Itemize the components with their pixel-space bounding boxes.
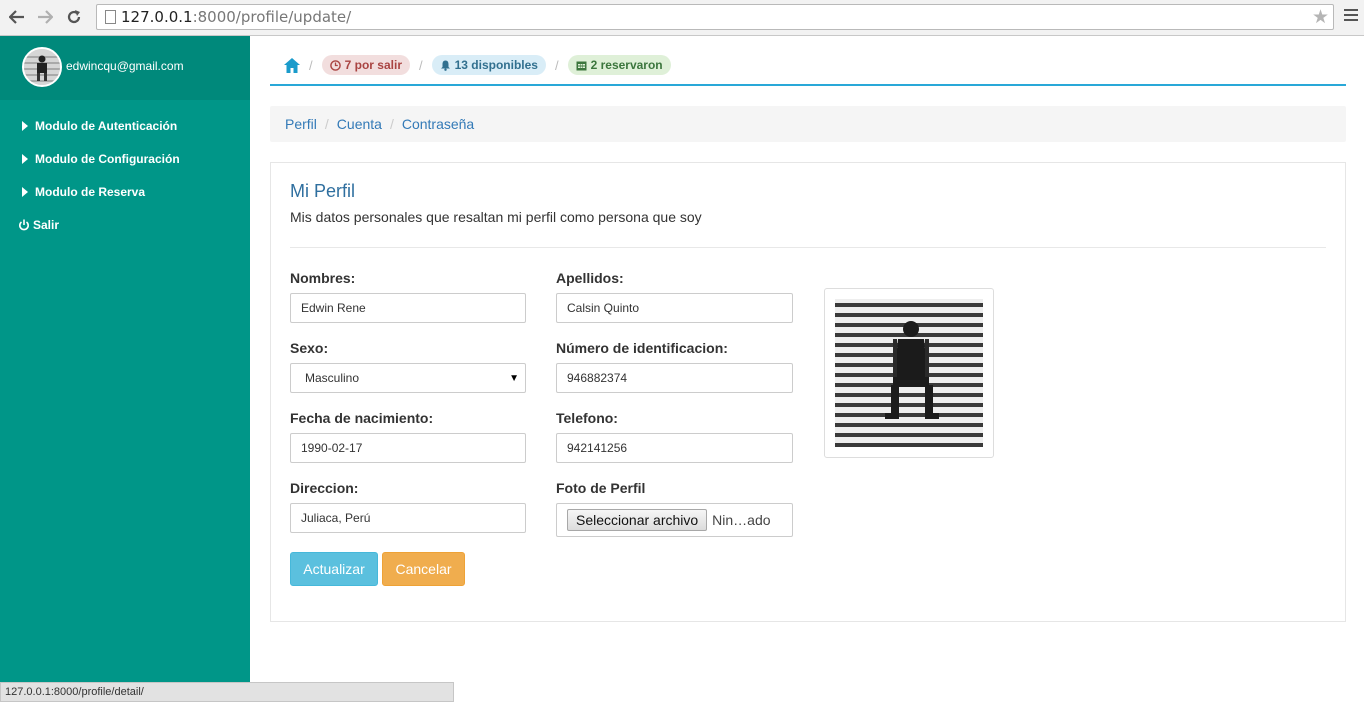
browser-chrome: 127.0.0.1:8000/profile/update/ ★ [0,0,1364,36]
breadcrumb-contrasena[interactable]: Contraseña [402,116,474,132]
badge-label: 13 disponibles [454,58,538,72]
breadcrumb-perfil[interactable]: Perfil [285,116,317,132]
separator: / [418,57,423,73]
choose-file-button[interactable]: Seleccionar archivo [567,509,708,531]
profile-photo-frame [824,288,994,458]
sidebar-menu: Modulo de Autenticación Modulo de Config… [0,100,250,241]
telefono-field[interactable]: 942141256 [556,433,793,463]
file-name: Nin…ado [712,512,771,528]
calendar-icon [576,61,587,70]
breadcrumb-separator: / [324,116,329,132]
sidebar-item-autenticacion[interactable]: Modulo de Autenticación [0,109,250,142]
profile-panel: Mi Perfil Mis datos personales que resal… [270,162,1346,622]
power-icon [18,219,30,231]
user-box: edwincqu@gmail.com [0,36,250,100]
caret-right-icon [22,186,28,197]
clock-icon [329,59,341,71]
reservaron-badge[interactable]: 2 reservaron [567,55,671,75]
caret-right-icon [22,153,28,164]
reload-icon[interactable] [63,6,85,28]
badge-label: 2 reservaron [590,58,663,72]
sidebar-item-label: Salir [33,217,60,232]
sexo-group: Sexo: Masculino ▼ [290,340,526,393]
sexo-select[interactable]: Masculino ▼ [290,363,526,393]
nombres-group: Nombres: Edwin Rene [290,270,526,323]
browser-status-bar: 127.0.0.1:8000/profile/detail/ [0,682,454,702]
bookmark-star-icon[interactable]: ★ [1312,6,1329,29]
home-icon[interactable] [284,57,300,73]
page-title: Mi Perfil [290,181,356,201]
avatar[interactable] [22,47,62,87]
sidebar-item-label: Modulo de Autenticación [35,118,178,133]
nombres-label: Nombres: [290,270,356,286]
numero-label: Número de identificacion: [556,340,728,356]
breadcrumb: Perfil / Cuenta / Contraseña [270,106,1346,142]
apellidos-label: Apellidos: [556,270,624,286]
direccion-label: Direccion: [290,480,359,496]
sexo-selected-value: Masculino [305,371,360,385]
profile-photo [835,299,983,447]
fecha-field[interactable]: 1990-02-17 [290,433,526,463]
status-bar-top: / 7 por salir / 13 disponibles / 2 reser… [270,36,1346,86]
direccion-group: Direccion: Juliaca, Perú [290,480,526,533]
breadcrumb-separator: / [389,116,394,132]
apellidos-field[interactable]: Calsin Quinto [556,293,793,323]
address-bar[interactable]: 127.0.0.1:8000/profile/update/ ★ [96,4,1334,30]
foto-group: Foto de Perfil Seleccionar archivo Nin…a… [556,480,793,537]
page-icon [105,10,116,24]
numero-group: Número de identificacion: 946882374 [556,340,793,393]
dropdown-arrow-icon: ▼ [509,372,519,384]
sidebar-item-label: Modulo de Reserva [35,184,146,199]
bell-icon [440,60,450,71]
cancel-button[interactable]: Cancelar [382,552,465,586]
url-text: 127.0.0.1:8000/profile/update/ [121,8,352,26]
telefono-group: Telefono: 942141256 [556,410,793,463]
badge-label: 7 por salir [344,58,402,72]
fecha-label: Fecha de nacimiento: [290,410,434,426]
foto-label: Foto de Perfil [556,480,646,496]
fecha-group: Fecha de nacimiento: 1990-02-17 [290,410,526,463]
caret-right-icon [22,120,28,131]
apellidos-group: Apellidos: Calsin Quinto [556,270,793,323]
telefono-label: Telefono: [556,410,618,426]
forward-arrow-icon[interactable] [34,6,56,28]
page-subtitle: Mis datos personales que resaltan mi per… [290,209,702,225]
sidebar-item-salir[interactable]: Salir [0,208,250,241]
separator: / [554,57,559,73]
user-email: edwincqu@gmail.com [66,59,184,73]
separator: / [309,57,313,73]
nombres-field[interactable]: Edwin Rene [290,293,526,323]
direccion-field[interactable]: Juliaca, Perú [290,503,526,533]
sidebar: edwincqu@gmail.com Modulo de Autenticaci… [0,36,250,702]
disponibles-badge[interactable]: 13 disponibles [431,55,546,75]
divider [290,247,1326,248]
breadcrumb-cuenta[interactable]: Cuenta [337,116,382,132]
back-arrow-icon[interactable] [6,6,28,28]
sexo-label: Sexo: [290,340,329,356]
sidebar-item-configuracion[interactable]: Modulo de Configuración [0,142,250,175]
update-button[interactable]: Actualizar [290,552,378,586]
numero-field[interactable]: 946882374 [556,363,793,393]
por-salir-badge[interactable]: 7 por salir [321,55,410,75]
main-content: / 7 por salir / 13 disponibles / 2 reser… [270,36,1346,622]
sidebar-item-reserva[interactable]: Modulo de Reserva [0,175,250,208]
sidebar-item-label: Modulo de Configuración [35,151,180,166]
foto-file-input[interactable]: Seleccionar archivo Nin…ado [556,503,793,537]
browser-menu-icon[interactable] [1344,9,1358,24]
